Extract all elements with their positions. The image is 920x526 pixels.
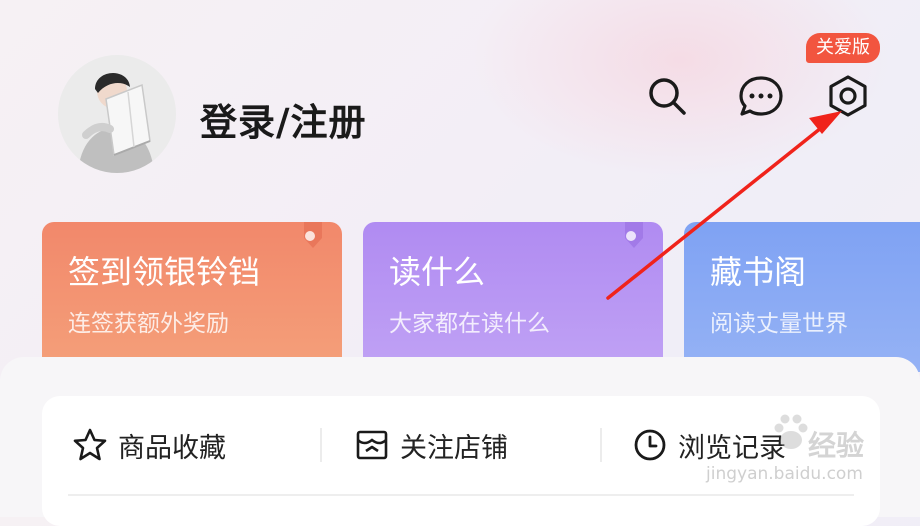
login-register-link[interactable]: 登录/注册 bbox=[200, 92, 367, 146]
reader-avatar-icon bbox=[58, 55, 176, 173]
message-icon bbox=[739, 76, 783, 116]
followed-stores-shortcut[interactable]: 关注店铺 bbox=[354, 422, 508, 468]
tag-ribbon-icon bbox=[304, 222, 322, 248]
checkin-card[interactable]: 签到领银铃铛 连签获额外奖励 bbox=[42, 222, 342, 372]
card-subtitle: 连签获额外奖励 bbox=[68, 311, 229, 337]
message-button[interactable] bbox=[737, 72, 785, 120]
history-shortcut[interactable]: 浏览记录 bbox=[632, 422, 786, 468]
settings-icon bbox=[829, 75, 867, 117]
card-title: 签到领银铃铛 bbox=[68, 253, 261, 291]
search-icon bbox=[649, 78, 686, 115]
divider bbox=[320, 428, 322, 462]
care-mode-badge[interactable]: 关爱版 bbox=[806, 33, 880, 63]
star-icon bbox=[73, 428, 107, 461]
shortcut-label: 关注店铺 bbox=[400, 432, 508, 464]
shortcut-label: 商品收藏 bbox=[118, 432, 226, 464]
card-subtitle: 阅读丈量世界 bbox=[710, 311, 848, 337]
favorites-shortcut[interactable]: 商品收藏 bbox=[72, 422, 226, 468]
library-card[interactable]: 藏书阁 阅读丈量世界 bbox=[684, 222, 920, 372]
search-button[interactable] bbox=[643, 72, 691, 120]
card-title: 读什么 bbox=[389, 253, 486, 291]
card-subtitle: 大家都在读什么 bbox=[389, 311, 550, 337]
avatar[interactable] bbox=[58, 55, 176, 173]
panel-divider bbox=[68, 494, 854, 496]
card-title: 藏书阁 bbox=[710, 253, 807, 291]
store-icon bbox=[356, 430, 388, 460]
shortcut-label: 浏览记录 bbox=[678, 432, 786, 464]
divider bbox=[600, 428, 602, 462]
settings-button[interactable] bbox=[824, 72, 872, 120]
what-to-read-card[interactable]: 读什么 大家都在读什么 bbox=[363, 222, 663, 372]
tag-ribbon-icon bbox=[625, 222, 643, 248]
clock-icon bbox=[634, 429, 666, 461]
